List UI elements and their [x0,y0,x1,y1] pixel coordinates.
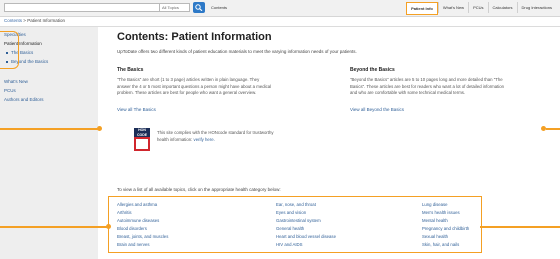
basics-line: problem. These articles are best for peo… [117,90,257,95]
topic-link[interactable]: Men's health issues [422,210,460,215]
search-icon [195,4,203,11]
breadcrumb: Contents > Patient Information [4,18,65,23]
topic-link[interactable]: Pregnancy and childbirth [422,226,469,231]
topnav-whats-new[interactable]: What's New [437,2,468,13]
beyond-description: "Beyond the Basics" articles are 5 to 10… [350,77,504,97]
topic-link[interactable]: Mental health [422,218,448,223]
honcode-verify-link[interactable]: verify here. [194,137,215,142]
topic-link[interactable]: Breast, joints, and muscles [117,234,168,239]
topic-link[interactable]: Skin, hair, and nails [422,242,459,247]
top-bar: All Topics Contents Patient Info What's … [0,0,560,17]
topic-link[interactable]: General health [276,226,304,231]
topnav-patient-info[interactable]: Patient Info [406,2,438,15]
intro-text: UpToDate offers two different kinds of p… [117,49,357,54]
honcode-badge-label: HON CODE [134,128,150,137]
topic-link[interactable]: Sexual health [422,234,448,239]
breadcrumb-root[interactable]: Contents [4,18,22,23]
topnav-drug-interactions[interactable]: Drug Interactions [516,2,556,13]
basics-heading: The Basics [117,67,144,73]
topic-link[interactable]: Gastrointestinal system [276,218,321,223]
topnav-calculators[interactable]: Calculators [487,2,517,13]
breadcrumb-current: Patient Information [27,18,65,23]
topic-link[interactable]: Allergies and asthma [117,202,157,207]
topic-link[interactable]: Lung disease [422,202,448,207]
search-input[interactable] [4,3,160,12]
topic-link[interactable]: Ear, nose, and throat [276,202,316,207]
callout-dot [106,224,111,229]
contents-link[interactable]: Contents [211,5,227,10]
page-title: Contents: Patient Information [117,31,272,43]
honcode-badge[interactable]: HON CODE [134,128,150,151]
honcode-seal-icon [136,139,148,149]
sidebar-item-authors-editors[interactable]: Authors and Editors [4,97,44,102]
beyond-line: "Beyond the Basics" articles are 5 to 10… [350,77,503,82]
search-button[interactable] [193,2,205,13]
sidebar-item-pcus[interactable]: PCUs [4,88,16,93]
beyond-line: and who are comfortable with some techni… [350,90,466,95]
topic-link[interactable]: Eyes and vision [276,210,306,215]
search-scope-label: All Topics [162,5,179,10]
breadcrumb-separator: > [23,18,26,23]
sidebar-item-whats-new[interactable]: What's New [4,79,28,84]
topic-link[interactable]: Blood disorders [117,226,147,231]
callout-line [0,128,100,130]
topnav-pcus[interactable]: PCUs [468,2,487,13]
basics-description: "The Basics" are short (1 to 3 page) art… [117,77,271,97]
honcode-line: health information: [157,136,194,142]
callout-dot [97,126,102,131]
topic-link[interactable]: HIV and AIDS [276,242,303,247]
topic-link[interactable]: Brain and nerves [117,242,150,247]
topic-link[interactable]: Autoimmune diseases [117,218,159,223]
topic-link[interactable]: Arthritis [117,210,132,215]
topics-intro: To view a list of all available topics, … [117,187,281,192]
view-all-basics-link[interactable]: View all The Basics [117,107,156,112]
callout-line [546,128,560,130]
honcode-statement: This site complies with the HONcode stan… [157,130,274,143]
callout-line [0,226,110,228]
health-categories-box: Allergies and asthma Arthritis Autoimmun… [108,196,482,253]
topic-link[interactable]: Heart and blood vessel disease [276,234,336,239]
top-nav: Patient Info What's New PCUs Calculators… [406,2,556,15]
view-all-beyond-link[interactable]: View all Beyond the Basics [350,107,404,112]
search-scope-select[interactable]: All Topics [160,3,190,12]
basics-line: "The Basics" are short (1 to 3 page) art… [117,77,260,82]
beyond-heading: Beyond the Basics [350,67,395,73]
callout-line [480,226,560,228]
sidebar-callout-bracket [0,31,19,69]
